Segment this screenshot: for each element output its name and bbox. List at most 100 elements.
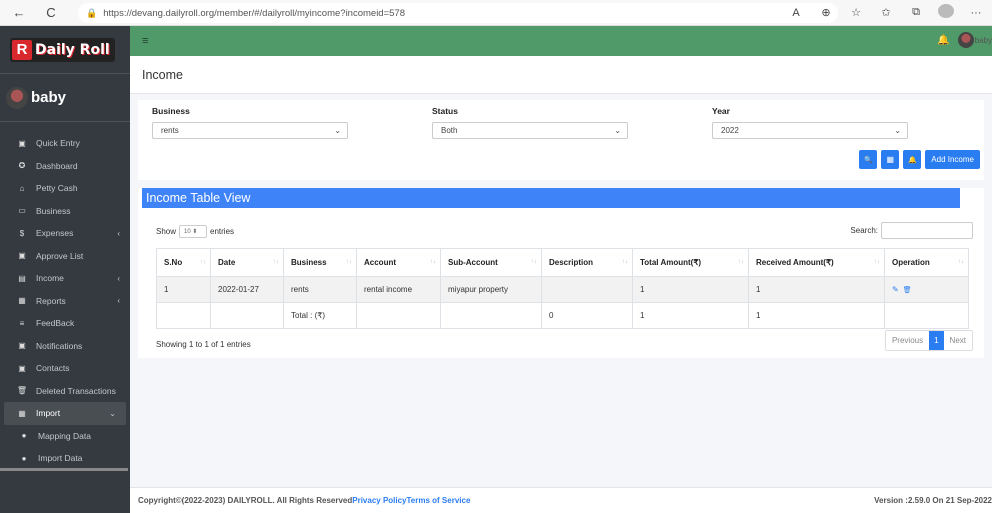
column-header-label: S.No: [164, 258, 183, 267]
copyright-text: Copyright©(2022-2023) DAILYROLL. All Rig…: [138, 496, 353, 505]
sidebar-item-quick-entry[interactable]: ▣ Quick Entry: [0, 132, 130, 155]
nav-user-menu[interactable]: baby: [957, 32, 992, 48]
sidebar-item-petty-cash[interactable]: ⌂ Petty Cash: [0, 177, 130, 200]
column-header[interactable]: S.No ↑↓: [156, 248, 211, 277]
collections-icon[interactable]: ⧉: [908, 6, 924, 19]
add-income-button[interactable]: Add Income: [925, 150, 980, 169]
sidebar-item-feedback[interactable]: ≡ FeedBack: [0, 312, 130, 335]
browser-actions: A ⊕ ☆ ✩ ⧉ ···: [788, 4, 984, 21]
table-cell: 1: [748, 276, 885, 303]
sidebar-scrollbar[interactable]: [0, 468, 128, 471]
sidebar-item-approve-list[interactable]: ▣ Approve List: [0, 245, 130, 268]
sidebar-item-import[interactable]: ▦ Import ⌄: [4, 402, 126, 425]
feedback-icon: ≡: [19, 318, 25, 328]
entries-select[interactable]: 10 ⬍: [179, 225, 208, 238]
menu-toggle-icon[interactable]: ≡: [142, 35, 148, 47]
page-1-button[interactable]: 1: [929, 331, 944, 350]
sidebar-item-label: Expenses: [36, 228, 74, 239]
business-select-value: rents: [161, 126, 179, 135]
column-header[interactable]: Description ↑↓: [541, 248, 633, 277]
column-header-label: Received Amount(₹): [756, 258, 834, 267]
address-bar[interactable]: 🔒 https://devang.dailyroll.org/member/#/…: [78, 3, 838, 23]
reports-icon: ▦: [18, 296, 26, 306]
income-icon: ▤: [18, 273, 26, 283]
sidebar-item-deleted-transactions[interactable]: 🗑 Deleted Transactions: [0, 380, 130, 403]
favorite-icon[interactable]: ☆: [848, 6, 864, 19]
sort-icon: ↑↓: [737, 258, 745, 265]
sort-icon: ↑↓: [345, 258, 353, 265]
sidebar-item-label: FeedBack: [36, 318, 75, 329]
search-button[interactable]: 🔍: [859, 150, 878, 169]
edit-icon[interactable]: ✎: [892, 285, 899, 294]
total-cell: [156, 302, 211, 329]
terms-of-service-link[interactable]: Terms of Service: [407, 496, 471, 505]
read-aloud-icon[interactable]: A: [788, 7, 804, 19]
avatar: [6, 86, 28, 109]
total-cell: 0: [541, 302, 633, 329]
sidebar-item-reports[interactable]: ▦ Reports ‹: [0, 290, 130, 313]
sidebar-item-label: Dashboard: [36, 160, 78, 171]
notify-button[interactable]: 🔔: [903, 150, 922, 169]
search-input[interactable]: [881, 222, 973, 239]
user-panel[interactable]: baby: [0, 74, 130, 122]
nav-user-name: baby: [974, 35, 992, 45]
column-header[interactable]: Operation ↑↓: [884, 248, 969, 277]
table-view-button[interactable]: ▦: [881, 150, 900, 169]
sidebar-item-label: Income: [36, 273, 64, 284]
show-label: Show: [156, 227, 177, 236]
column-header-label: Total Amount(₹): [640, 258, 702, 267]
sidebar-item-income[interactable]: ▤ Income ‹: [0, 267, 130, 290]
total-cell: [210, 302, 284, 329]
sort-icon: ↑↓: [530, 258, 538, 265]
column-header[interactable]: Received Amount(₹) ↑↓: [748, 248, 885, 277]
business-icon: ▭: [18, 206, 26, 216]
sidebar-item-notifications[interactable]: ▣ Notifications: [0, 335, 130, 358]
favorites-icon[interactable]: ✩: [878, 6, 894, 19]
delete-icon[interactable]: 🗑: [903, 287, 912, 294]
column-header[interactable]: Date ↑↓: [210, 248, 284, 277]
total-cell: [884, 302, 969, 329]
year-select[interactable]: 2022 ⌄: [712, 122, 908, 139]
refresh-icon[interactable]: C: [40, 2, 62, 24]
column-header[interactable]: Sub-Account ↑↓: [440, 248, 542, 277]
sidebar-item-mapping-data[interactable]: ● Mapping Data: [0, 425, 130, 448]
column-header[interactable]: Account ↑↓: [356, 248, 441, 277]
browser-toolbar: ← C 🔒 https://devang.dailyroll.org/membe…: [0, 0, 992, 26]
operation-cell: ✎ 🗑: [884, 276, 969, 303]
business-label: Business: [152, 106, 190, 116]
column-header[interactable]: Business ↑↓: [283, 248, 357, 277]
more-icon[interactable]: ···: [968, 7, 984, 19]
column-header[interactable]: Total Amount(₹) ↑↓: [632, 248, 749, 277]
sort-icon: ↑↓: [873, 258, 881, 265]
chevron-down-icon: ⌄: [334, 126, 341, 135]
table-row[interactable]: 1 2022-01-27 rents rental income miyapur pro…: [156, 276, 969, 303]
business-select[interactable]: rents ⌄: [152, 122, 348, 139]
column-header-label: Operation: [892, 258, 930, 267]
table-cell: 2022-01-27: [210, 276, 284, 303]
next-page-button[interactable]: Next: [943, 331, 972, 350]
search-label: Search:: [850, 226, 878, 235]
column-header-label: Account: [364, 258, 396, 267]
zoom-icon[interactable]: ⊕: [818, 6, 834, 19]
bell-icon[interactable]: 🔔: [937, 35, 949, 46]
previous-page-button[interactable]: Previous: [885, 331, 930, 350]
filter-card: Business rents ⌄ Status Both ⌄ Year 2022…: [138, 100, 984, 180]
sidebar-item-import-data[interactable]: ● Import Data: [0, 447, 130, 470]
income-table: S.No ↑↓ Date ↑↓ Business ↑↓ Account ↑↓ Sub-Accou…: [156, 248, 969, 329]
status-select[interactable]: Both ⌄: [432, 122, 628, 139]
sidebar-item-business[interactable]: ▭ Business: [0, 200, 130, 223]
sidebar-item-dashboard[interactable]: ✪ Dashboard: [0, 155, 130, 178]
table-body: 1 2022-01-27 rents rental income miyapur pro…: [156, 276, 969, 329]
profile-icon[interactable]: [938, 4, 954, 21]
privacy-policy-link[interactable]: Privacy Policy: [352, 496, 406, 505]
url-text: https://devang.dailyroll.org/member/#/da…: [103, 7, 405, 19]
back-icon[interactable]: ←: [8, 2, 30, 24]
sidebar-item-expenses[interactable]: $ Expenses ‹: [0, 222, 130, 245]
sort-icon: ↑↓: [957, 258, 965, 265]
sort-icon: ↑↓: [429, 258, 437, 265]
brand[interactable]: R Daily Roll: [0, 26, 130, 74]
sort-icon: ↑↓: [199, 258, 207, 265]
chevron-left-icon: ‹: [117, 228, 120, 238]
sidebar-item-contacts[interactable]: ▣ Contacts: [0, 357, 130, 380]
sidebar-item-label: Mapping Data: [38, 430, 91, 441]
